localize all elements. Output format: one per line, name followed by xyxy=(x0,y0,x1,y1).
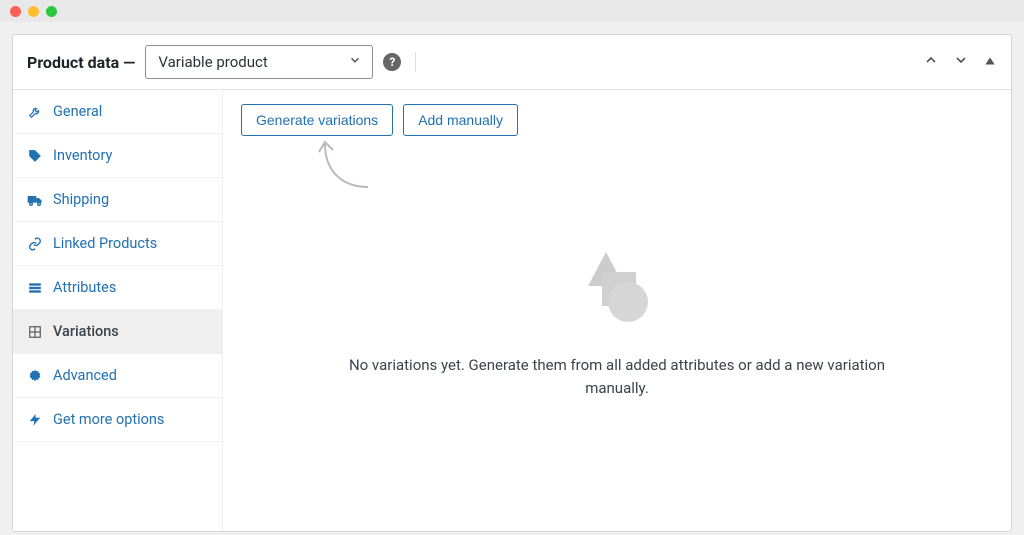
help-icon[interactable]: ? xyxy=(383,53,401,71)
add-manually-button[interactable]: Add manually xyxy=(403,104,518,136)
sidebar-item-inventory[interactable]: Inventory xyxy=(13,134,222,178)
product-type-value: Variable product xyxy=(158,53,267,71)
sidebar-item-attributes[interactable]: Attributes xyxy=(13,266,222,310)
grid-icon xyxy=(27,324,43,340)
sidebar-item-label: Advanced xyxy=(53,367,117,384)
sidebar-item-linked-products[interactable]: Linked Products xyxy=(13,222,222,266)
variations-content: Generate variations Add manually No xyxy=(223,90,1011,531)
panel-controls xyxy=(923,52,997,72)
divider xyxy=(415,52,416,72)
window-chrome xyxy=(0,0,1024,22)
arrow-hint-icon xyxy=(313,132,383,196)
truck-icon xyxy=(27,192,43,208)
close-window-icon[interactable] xyxy=(10,6,21,17)
sidebar-item-label: Linked Products xyxy=(53,235,157,252)
sidebar-item-label: Inventory xyxy=(53,147,112,164)
gear-icon xyxy=(27,368,43,384)
list-icon xyxy=(27,280,43,296)
empty-shapes-icon xyxy=(576,246,658,328)
toggle-panel-icon[interactable] xyxy=(983,53,997,72)
wrench-icon xyxy=(27,104,43,120)
tag-icon xyxy=(27,148,43,164)
sidebar-item-label: Shipping xyxy=(53,191,109,208)
product-data-panel: Product data — Variable product ? xyxy=(12,34,1012,532)
sidebar-item-advanced[interactable]: Advanced xyxy=(13,354,222,398)
sidebar-item-get-more-options[interactable]: Get more options xyxy=(13,398,222,442)
sidebar-item-label: Get more options xyxy=(53,411,164,428)
maximize-window-icon[interactable] xyxy=(46,6,57,17)
chevron-down-icon xyxy=(348,53,362,71)
sidebar-item-shipping[interactable]: Shipping xyxy=(13,178,222,222)
sidebar-item-label: Attributes xyxy=(53,279,116,296)
sidebar-item-general[interactable]: General xyxy=(13,90,222,134)
sidebar-item-variations[interactable]: Variations xyxy=(13,310,222,354)
product-data-sidebar: General Inventory Shipping Linked Produc… xyxy=(13,90,223,531)
panel-header: Product data — Variable product ? xyxy=(13,35,1011,90)
sidebar-item-label: Variations xyxy=(53,323,119,340)
move-up-icon[interactable] xyxy=(923,52,939,72)
panel-title: Product data — xyxy=(27,53,135,72)
minimize-window-icon[interactable] xyxy=(28,6,39,17)
product-type-select[interactable]: Variable product xyxy=(145,45,373,79)
empty-message: No variations yet. Generate them from al… xyxy=(337,354,897,399)
move-down-icon[interactable] xyxy=(953,52,969,72)
lightning-icon xyxy=(27,412,43,428)
sidebar-item-label: General xyxy=(53,103,102,120)
link-icon xyxy=(27,236,43,252)
panel-body: General Inventory Shipping Linked Produc… xyxy=(13,90,1011,531)
empty-state: No variations yet. Generate them from al… xyxy=(241,246,993,399)
